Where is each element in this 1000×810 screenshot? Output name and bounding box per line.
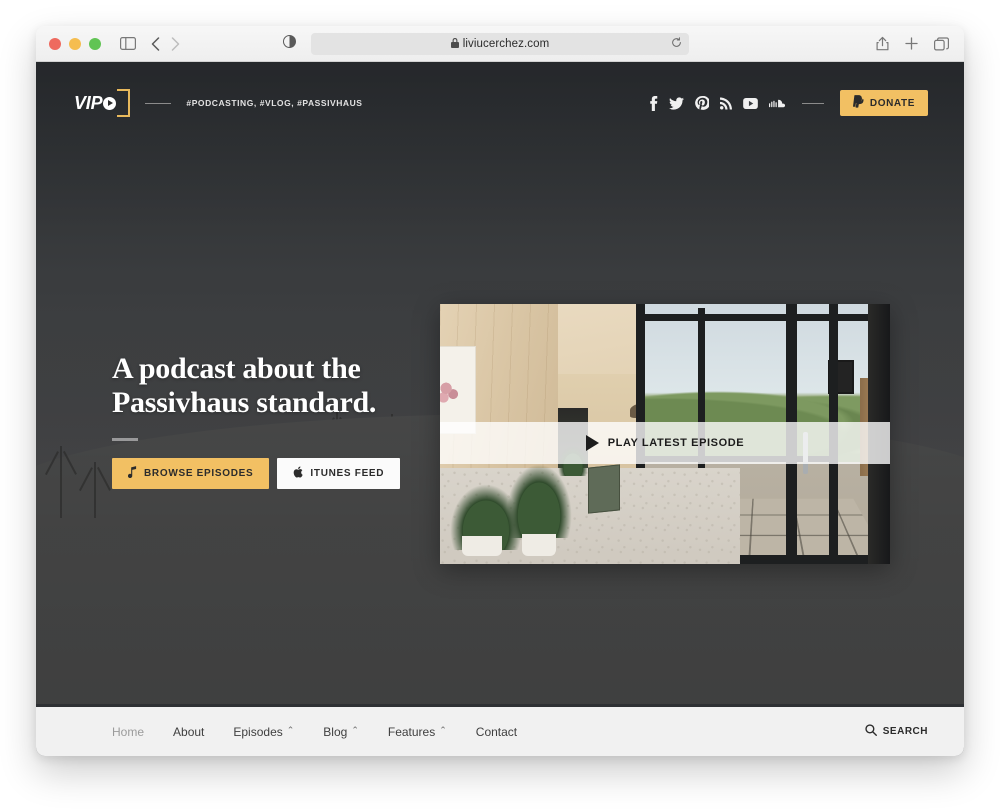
- back-arrow-icon[interactable]: [151, 36, 160, 51]
- itunes-feed-button[interactable]: ITUNES FEED: [277, 458, 401, 490]
- soundcloud-icon[interactable]: [768, 98, 786, 108]
- hero-section: VIP #PODCASTING, #VLOG, #PASSIVHAUS DONA…: [36, 62, 964, 704]
- chevron-up-icon: ⌃: [286, 725, 295, 735]
- nav-item-about[interactable]: About: [173, 725, 204, 739]
- chevron-up-icon: ⌃: [439, 725, 447, 735]
- reader-view-icon[interactable]: [283, 34, 296, 53]
- nav-label: About: [173, 724, 205, 739]
- nav-item-episodes[interactable]: Episodes ⌃: [233, 725, 294, 739]
- browse-episodes-button[interactable]: BROWSE EPISODES: [112, 458, 270, 490]
- search-button[interactable]: SEARCH: [865, 723, 928, 741]
- header-right: DONATE: [649, 90, 928, 116]
- play-latest-episode-label: PLAY LATEST EPISODE: [607, 437, 745, 449]
- nav-item-contact[interactable]: Contact: [476, 725, 517, 739]
- hero-copy: A podcast about the Passivhaus standard.…: [112, 352, 442, 490]
- lock-icon: [450, 35, 459, 53]
- music-note-icon: [127, 466, 137, 481]
- nav-label: Blog: [323, 724, 348, 739]
- nav-label: Contact: [475, 724, 518, 739]
- site-logo[interactable]: VIP: [74, 88, 131, 118]
- facebook-icon[interactable]: [649, 95, 658, 111]
- rss-icon[interactable]: [719, 97, 732, 110]
- nav-item-blog[interactable]: Blog ⌃: [323, 725, 359, 739]
- plus-icon[interactable]: [905, 37, 918, 50]
- minimize-window-button[interactable]: [69, 37, 81, 50]
- headline-line-2: Passivhaus standard.: [112, 385, 377, 419]
- play-latest-episode-button[interactable]: PLAY LATEST EPISODE: [440, 422, 890, 464]
- browse-episodes-label: BROWSE EPISODES: [144, 468, 254, 480]
- nav-item-home[interactable]: Home: [112, 725, 144, 739]
- zoom-window-button[interactable]: [89, 37, 101, 50]
- reload-icon[interactable]: [671, 35, 682, 53]
- site-header: VIP #PODCASTING, #VLOG, #PASSIVHAUS DONA…: [36, 62, 964, 144]
- address-bar-container: liviucerchez.com: [283, 32, 689, 55]
- pinterest-icon[interactable]: [695, 96, 709, 110]
- navigation-buttons: [151, 36, 180, 51]
- nav-label: Features: [387, 724, 436, 739]
- play-triangle-icon: [585, 435, 599, 451]
- youtube-icon[interactable]: [743, 97, 758, 109]
- nav-item-features[interactable]: Features ⌃: [388, 725, 447, 739]
- share-icon[interactable]: [876, 36, 889, 51]
- tab-overview-icon[interactable]: [934, 36, 949, 51]
- sidebar-toggle-icon[interactable]: [120, 37, 136, 50]
- search-icon: [865, 723, 877, 741]
- headline-divider: [112, 438, 138, 442]
- toolbar-right-actions: [876, 36, 949, 51]
- address-bar[interactable]: liviucerchez.com: [311, 32, 689, 55]
- browser-window: liviucerchez.com VIP #PODCASTING, #VLOG,…: [36, 26, 964, 756]
- window-controls: [49, 37, 101, 50]
- headline-line-1: A podcast about the: [112, 352, 361, 385]
- header-divider: [801, 102, 824, 104]
- paypal-icon: [852, 95, 864, 111]
- page-title: A podcast about the Passivhaus standard.: [112, 352, 442, 419]
- donate-label: DONATE: [869, 97, 915, 109]
- latest-episode-video[interactable]: PLAY LATEST EPISODE: [440, 304, 890, 564]
- chevron-up-icon: ⌃: [351, 725, 359, 735]
- logo-bracket: [117, 89, 131, 117]
- logo-text: VIP: [74, 92, 103, 113]
- apple-icon: [293, 466, 304, 481]
- forward-arrow-icon[interactable]: [171, 36, 180, 51]
- site-tagline: #PODCASTING, #VLOG, #PASSIVHAUS: [186, 98, 363, 108]
- itunes-feed-label: ITUNES FEED: [310, 468, 385, 480]
- twitter-icon[interactable]: [668, 96, 684, 110]
- search-label: SEARCH: [882, 726, 928, 737]
- main-navigation: Home About Episodes ⌃ Blog ⌃ Features ⌃: [36, 704, 964, 756]
- social-links: [649, 95, 786, 111]
- nav-label: Home: [112, 724, 145, 739]
- brand-divider: [145, 102, 172, 104]
- brand-area: VIP #PODCASTING, #VLOG, #PASSIVHAUS: [74, 88, 363, 118]
- nav-label: Episodes: [233, 724, 283, 739]
- donate-button[interactable]: DONATE: [839, 90, 928, 116]
- cta-row: BROWSE EPISODES ITUNES FEED: [112, 458, 442, 490]
- page-viewport: VIP #PODCASTING, #VLOG, #PASSIVHAUS DONA…: [36, 62, 964, 756]
- nav-items: Home About Episodes ⌃ Blog ⌃ Features ⌃: [112, 725, 517, 739]
- close-window-button[interactable]: [49, 37, 61, 50]
- browser-toolbar: liviucerchez.com: [36, 26, 964, 62]
- url-display: liviucerchez.com: [450, 35, 550, 53]
- play-circle-icon: [103, 96, 117, 110]
- url-text: liviucerchez.com: [462, 37, 550, 50]
